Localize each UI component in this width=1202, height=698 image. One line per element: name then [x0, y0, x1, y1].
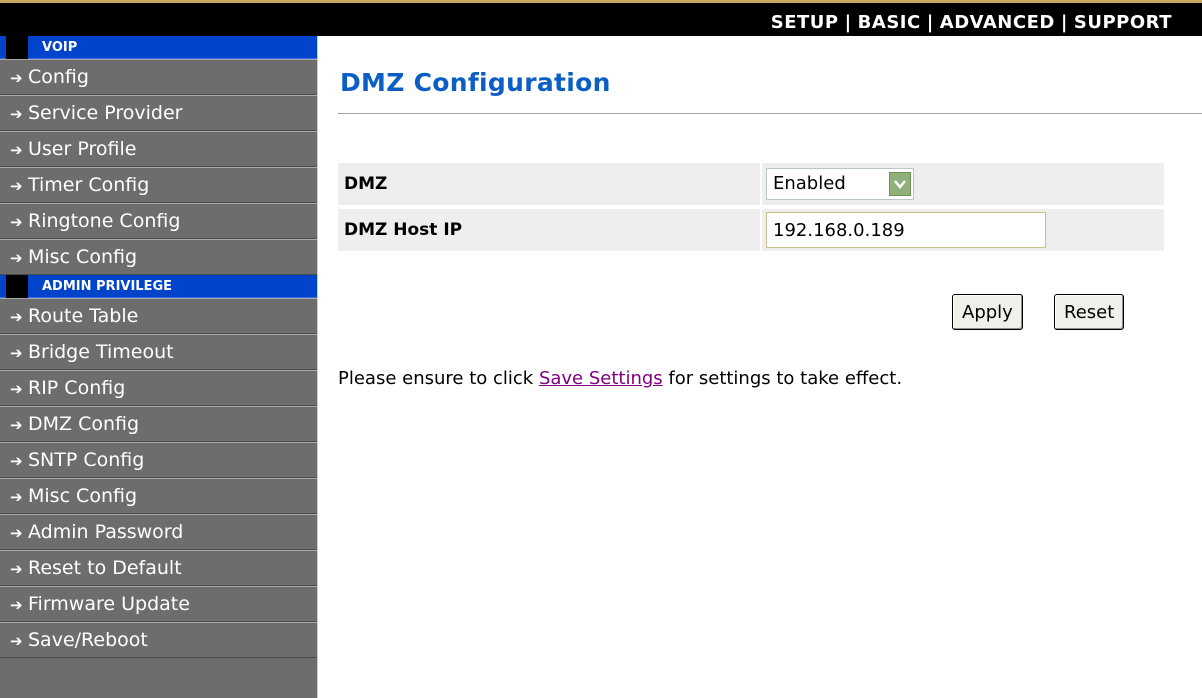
arrow-right-icon: ➔	[10, 308, 23, 326]
arrow-right-icon: ➔	[10, 524, 23, 542]
arrow-right-icon: ➔	[10, 488, 23, 506]
dmz-host-ip-value-cell	[762, 209, 1164, 251]
nav-basic-link[interactable]: BASIC	[858, 12, 921, 33]
sidebar-item-save-reboot[interactable]: ➔ Save/Reboot	[0, 622, 317, 658]
sidebar-item-label: Bridge Timeout	[28, 341, 174, 363]
sidebar-item-label: Route Table	[28, 305, 139, 327]
sidebar-item-label: DMZ Config	[28, 413, 140, 435]
section-header-label: VOIP	[42, 40, 78, 55]
dmz-host-ip-row: DMZ Host IP	[338, 209, 1164, 253]
dmz-select-value: Enabled	[773, 173, 846, 194]
sidebar: VOIP ➔ Config ➔ Service Provider ➔ User Pro…	[0, 36, 318, 698]
arrow-right-icon: ➔	[10, 249, 23, 267]
arrow-right-icon: ➔	[10, 141, 23, 159]
arrow-right-icon: ➔	[10, 105, 23, 123]
save-settings-link[interactable]: Save Settings	[539, 368, 663, 389]
sidebar-item-label: Service Provider	[28, 102, 183, 124]
arrow-right-icon: ➔	[10, 380, 23, 398]
sidebar-item-label: Save/Reboot	[28, 629, 148, 651]
reset-button[interactable]: Reset	[1054, 294, 1125, 330]
save-settings-note: Please ensure to click Save Settings for…	[338, 368, 902, 389]
sidebar-item-bridge-timeout[interactable]: ➔ Bridge Timeout	[0, 334, 317, 370]
top-bar: SETUP | BASIC | ADVANCED | SUPPORT	[0, 0, 1202, 36]
arrow-right-icon: ➔	[10, 632, 23, 650]
note-text-before: Please ensure to click	[338, 368, 539, 389]
nav-support-link[interactable]: SUPPORT	[1074, 12, 1172, 33]
sidebar-item-firmware-update[interactable]: ➔ Firmware Update	[0, 586, 317, 622]
arrow-right-icon: ➔	[10, 344, 23, 362]
sidebar-section-voip: VOIP	[0, 36, 317, 59]
sidebar-item-ringtone-config[interactable]: ➔ Ringtone Config	[0, 203, 317, 239]
arrow-right-icon: ➔	[10, 596, 23, 614]
sidebar-item-user-profile[interactable]: ➔ User Profile	[0, 131, 317, 167]
nav-setup-link[interactable]: SETUP	[771, 12, 839, 33]
sidebar-item-misc-config-admin[interactable]: ➔ Misc Config	[0, 478, 317, 514]
arrow-right-icon: ➔	[10, 452, 23, 470]
arrow-right-icon: ➔	[10, 560, 23, 578]
sidebar-item-label: SNTP Config	[28, 449, 145, 471]
arrow-right-icon: ➔	[10, 69, 23, 87]
sidebar-item-label: RIP Config	[28, 377, 126, 399]
sidebar-section-admin-privilege: ADMIN PRIVILEGE	[0, 275, 317, 298]
sidebar-item-label: Admin Password	[28, 521, 184, 543]
section-marker	[6, 36, 28, 59]
note-text-after: for settings to take effect.	[662, 368, 903, 389]
arrow-right-icon: ➔	[10, 213, 23, 231]
sidebar-item-dmz-config[interactable]: ➔ DMZ Config	[0, 406, 317, 442]
nav-separator: |	[926, 12, 934, 33]
sidebar-item-timer-config[interactable]: ➔ Timer Config	[0, 167, 317, 203]
sidebar-item-label: Misc Config	[28, 246, 138, 268]
sidebar-item-config[interactable]: ➔ Config	[0, 59, 317, 95]
sidebar-item-rip-config[interactable]: ➔ RIP Config	[0, 370, 317, 406]
sidebar-item-route-table[interactable]: ➔ Route Table	[0, 298, 317, 334]
title-divider	[338, 113, 1202, 114]
sidebar-item-label: Timer Config	[28, 174, 150, 196]
section-header-label: ADMIN PRIVILEGE	[42, 279, 173, 294]
sidebar-item-admin-password[interactable]: ➔ Admin Password	[0, 514, 317, 550]
arrow-right-icon: ➔	[10, 416, 23, 434]
sidebar-item-label: Misc Config	[28, 485, 138, 507]
nav-separator: |	[1060, 12, 1068, 33]
dmz-label: DMZ	[338, 163, 760, 205]
nav-separator: |	[844, 12, 852, 33]
top-navigation: SETUP | BASIC | ADVANCED | SUPPORT	[771, 12, 1172, 33]
dmz-host-ip-label: DMZ Host IP	[338, 209, 760, 251]
apply-button[interactable]: Apply	[952, 294, 1023, 330]
sidebar-item-label: Config	[28, 66, 89, 88]
nav-advanced-link[interactable]: ADVANCED	[940, 12, 1055, 33]
chevron-down-icon[interactable]	[889, 172, 911, 196]
sidebar-item-label: Firmware Update	[28, 593, 190, 615]
sidebar-item-misc-config-voip[interactable]: ➔ Misc Config	[0, 239, 317, 275]
dmz-value-cell: Enabled	[762, 163, 1164, 205]
dmz-select[interactable]: Enabled	[766, 168, 914, 200]
main-content: DMZ Configuration DMZ Enabled DMZ Host I…	[318, 36, 1202, 698]
sidebar-item-reset-to-default[interactable]: ➔ Reset to Default	[0, 550, 317, 586]
arrow-right-icon: ➔	[10, 177, 23, 195]
sidebar-item-label: Ringtone Config	[28, 210, 181, 232]
sidebar-item-label: User Profile	[28, 138, 137, 160]
page-title: DMZ Configuration	[340, 68, 611, 97]
sidebar-item-label: Reset to Default	[28, 557, 182, 579]
dmz-row: DMZ Enabled	[338, 163, 1164, 207]
sidebar-item-sntp-config[interactable]: ➔ SNTP Config	[0, 442, 317, 478]
section-marker	[6, 275, 28, 298]
dmz-host-ip-input[interactable]	[766, 212, 1046, 248]
sidebar-item-service-provider[interactable]: ➔ Service Provider	[0, 95, 317, 131]
